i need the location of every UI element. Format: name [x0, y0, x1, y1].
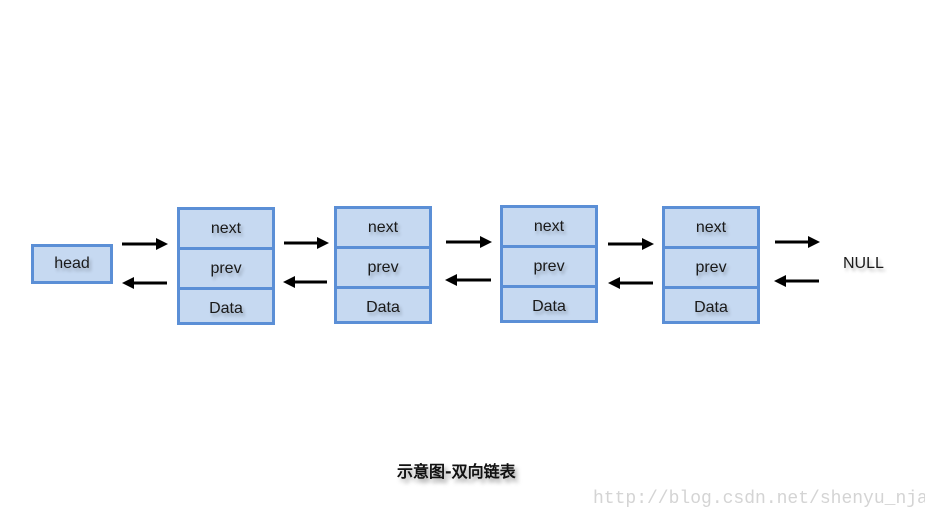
- node-4-prev-field: prev: [665, 249, 757, 289]
- head-box: head: [31, 244, 113, 284]
- node-2: next prev Data: [334, 206, 432, 324]
- node-3-next-field: next: [503, 208, 595, 248]
- head-label: head: [54, 255, 90, 272]
- node-2-prev-field: prev: [337, 249, 429, 289]
- node-4-data-field: Data: [694, 298, 728, 316]
- node-3-prev-field: prev: [503, 248, 595, 288]
- node-1-prev-field: prev: [180, 250, 272, 290]
- node-2-data-field: Data: [366, 298, 400, 316]
- node-1-data-field: Data: [209, 299, 243, 317]
- node-4: next prev Data: [662, 206, 760, 324]
- null-label: NULL: [843, 255, 884, 272]
- node-4-next-field: next: [665, 209, 757, 249]
- node-2-next-field: next: [337, 209, 429, 249]
- node-3: next prev Data: [500, 205, 598, 323]
- arrows-layer: [122, 236, 820, 289]
- node-1: next prev Data: [177, 207, 275, 325]
- node-3-data-field: Data: [532, 297, 566, 315]
- watermark-url: http://blog.csdn.net/shenyu_njau: [593, 489, 925, 509]
- diagram-caption: 示意图-双向链表: [397, 462, 516, 481]
- node-1-next-field: next: [180, 210, 272, 250]
